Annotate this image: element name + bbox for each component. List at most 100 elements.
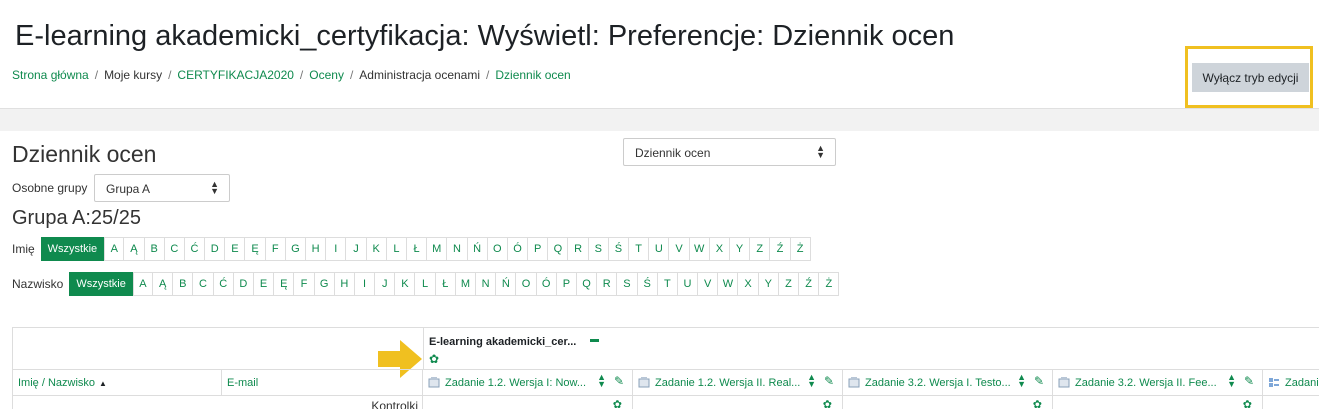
breadcrumb-item[interactable]: CERTYFIKACJA2020 <box>177 68 294 82</box>
groups-select[interactable]: Grupa A ▲ ▼ <box>94 174 230 202</box>
firstname-initial-23[interactable]: R <box>568 237 589 261</box>
firstname-all-button[interactable]: Wszystkie <box>40 237 105 261</box>
firstname-initial-20[interactable]: Ó <box>507 237 529 261</box>
move-arrows-icon[interactable]: ▲ ▼ <box>807 373 816 389</box>
firstname-initial-18[interactable]: Ń <box>467 237 488 261</box>
edit-pencil-icon[interactable]: ✎ <box>614 374 624 388</box>
lastname-initial-23[interactable]: R <box>597 272 618 296</box>
lastname-initial-16[interactable]: M <box>455 272 477 296</box>
lastname-initial-12[interactable]: J <box>375 272 396 296</box>
move-arrows-icon[interactable]: ▲ ▼ <box>597 373 606 389</box>
firstname-initial-17[interactable]: N <box>447 237 468 261</box>
name-column-header[interactable]: Imię / Nazwisko ▲ <box>13 370 222 396</box>
firstname-initial-8[interactable]: F <box>265 237 286 261</box>
lastname-initial-19[interactable]: O <box>516 272 537 296</box>
firstname-initial-28[interactable]: V <box>669 237 690 261</box>
firstname-initial-29[interactable]: W <box>689 237 710 261</box>
breadcrumb-item[interactable]: Dziennik ocen <box>495 68 570 82</box>
lastname-initial-30[interactable]: X <box>738 272 759 296</box>
firstname-initial-14[interactable]: L <box>386 237 407 261</box>
lastname-initial-24[interactable]: S <box>617 272 638 296</box>
firstname-initial-13[interactable]: K <box>366 237 387 261</box>
move-arrows-icon[interactable]: ▲ ▼ <box>1227 373 1236 389</box>
firstname-initial-4[interactable]: Ć <box>184 237 206 261</box>
grade-item-name[interactable]: Zadani <box>1285 377 1319 389</box>
name-sort-link[interactable]: Imię / Nazwisko <box>18 377 95 389</box>
edit-pencil-icon[interactable]: ✎ <box>1244 374 1254 388</box>
firstname-initial-30[interactable]: X <box>709 237 730 261</box>
lastname-initial-4[interactable]: Ć <box>213 272 234 296</box>
settings-gear-icon[interactable]: ✿ <box>1243 398 1252 409</box>
lastname-initial-7[interactable]: Ę <box>274 272 295 296</box>
grade-item-name[interactable]: Zadanie 1.2. Wersja I: Now... <box>445 377 586 389</box>
lastname-initial-1[interactable]: Ą <box>153 272 174 296</box>
firstname-initial-10[interactable]: H <box>306 237 327 261</box>
firstname-initial-16[interactable]: M <box>427 237 448 261</box>
firstname-initial-19[interactable]: O <box>487 237 508 261</box>
collapse-icon[interactable] <box>590 339 599 342</box>
lastname-initial-31[interactable]: Y <box>758 272 779 296</box>
grade-item-name[interactable]: Zadanie 3.2. Wersja II. Fee... <box>1075 377 1217 389</box>
lastname-initial-9[interactable]: G <box>314 272 335 296</box>
lastname-initial-6[interactable]: E <box>253 272 275 296</box>
lastname-initial-29[interactable]: W <box>718 272 739 296</box>
lastname-initial-13[interactable]: K <box>395 272 416 296</box>
lastname-initial-2[interactable]: B <box>173 272 194 296</box>
email-column-header[interactable]: E-mail <box>222 370 423 396</box>
course-settings-gear-icon[interactable]: ✿ <box>429 352 439 366</box>
lastname-initial-3[interactable]: C <box>193 272 214 296</box>
firstname-initial-12[interactable]: J <box>346 237 367 261</box>
breadcrumb-item[interactable]: Oceny <box>309 68 344 82</box>
firstname-initial-5[interactable]: D <box>205 237 226 261</box>
lastname-initial-26[interactable]: T <box>657 272 678 296</box>
lastname-initial-15[interactable]: Ł <box>435 272 456 296</box>
grade-item-name[interactable]: Zadanie 1.2. Wersja II. Real... <box>655 377 800 389</box>
firstname-initial-7[interactable]: Ę <box>245 237 266 261</box>
firstname-initial-32[interactable]: Z <box>750 237 771 261</box>
settings-gear-icon[interactable]: ✿ <box>613 398 622 409</box>
turn-editing-off-button[interactable]: Wyłącz tryb edycji <box>1192 63 1309 92</box>
edit-pencil-icon[interactable]: ✎ <box>824 374 834 388</box>
breadcrumb-item[interactable]: Strona główna <box>12 68 89 82</box>
lastname-all-button[interactable]: Wszystkie <box>69 272 133 296</box>
lastname-initial-21[interactable]: P <box>556 272 577 296</box>
email-sort-link[interactable]: E-mail <box>227 377 258 389</box>
lastname-initial-33[interactable]: Ź <box>799 272 820 296</box>
firstname-initial-0[interactable]: A <box>104 237 125 261</box>
lastname-initial-10[interactable]: H <box>334 272 355 296</box>
firstname-initial-2[interactable]: B <box>144 237 165 261</box>
firstname-initial-22[interactable]: Q <box>548 237 569 261</box>
grade-item-header[interactable]: Zadanie 1.2. Wersja I: Now... ▲ ▼ ✎ <box>423 370 633 396</box>
grade-item-header[interactable]: Zadanie 1.2. Wersja II. Real... ▲ ▼ ✎ <box>633 370 843 396</box>
grade-item-name[interactable]: Zadanie 3.2. Wersja I. Testo... <box>865 377 1011 389</box>
grade-item-header[interactable]: Zadanie 3.2. Wersja I. Testo... ▲ ▼ ✎ <box>843 370 1053 396</box>
lastname-initial-17[interactable]: N <box>476 272 497 296</box>
firstname-initial-25[interactable]: Ś <box>608 237 630 261</box>
lastname-initial-5[interactable]: D <box>233 272 254 296</box>
firstname-initial-24[interactable]: S <box>588 237 609 261</box>
settings-gear-icon[interactable]: ✿ <box>1033 398 1042 409</box>
firstname-initial-34[interactable]: Ż <box>790 237 811 261</box>
lastname-initial-22[interactable]: Q <box>576 272 598 296</box>
grade-item-header[interactable]: Zadanie 3.2. Wersja II. Fee... ▲ ▼ ✎ <box>1053 370 1263 396</box>
firstname-initial-31[interactable]: Y <box>729 237 751 261</box>
lastname-initial-27[interactable]: U <box>677 272 699 296</box>
firstname-initial-9[interactable]: G <box>285 237 307 261</box>
firstname-initial-26[interactable]: T <box>629 237 650 261</box>
lastname-initial-0[interactable]: A <box>132 272 154 296</box>
lastname-initial-25[interactable]: Ś <box>637 272 658 296</box>
firstname-initial-27[interactable]: U <box>649 237 670 261</box>
lastname-initial-34[interactable]: Ż <box>819 272 840 296</box>
firstname-initial-11[interactable]: I <box>326 237 347 261</box>
firstname-initial-33[interactable]: Ź <box>770 237 791 261</box>
lastname-initial-32[interactable]: Z <box>778 272 800 296</box>
report-select[interactable]: Dziennik ocen ▲ ▼ <box>623 138 836 166</box>
edit-pencil-icon[interactable]: ✎ <box>1034 374 1044 388</box>
firstname-initial-6[interactable]: E <box>225 237 246 261</box>
settings-gear-icon[interactable]: ✿ <box>823 398 832 409</box>
firstname-initial-21[interactable]: P <box>528 237 549 261</box>
lastname-initial-18[interactable]: Ń <box>496 272 517 296</box>
lastname-initial-11[interactable]: I <box>354 272 376 296</box>
grade-item-header[interactable]: Zadani <box>1263 370 1319 396</box>
lastname-initial-14[interactable]: L <box>415 272 436 296</box>
